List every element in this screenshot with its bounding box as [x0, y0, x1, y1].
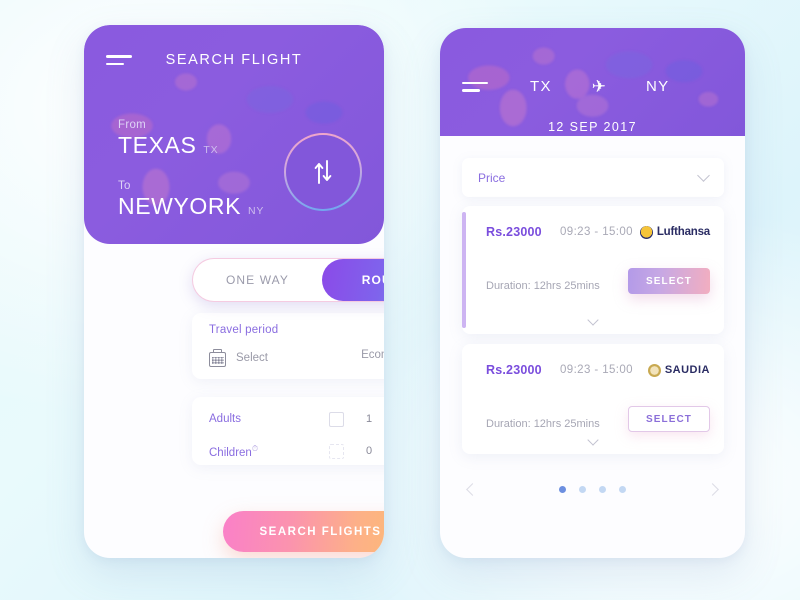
chevron-down-icon	[587, 314, 599, 326]
travel-period-panel: Travel period Class Select Economy	[192, 313, 384, 379]
lufthansa-logo: Lufthansa	[639, 225, 710, 239]
search-flights-button[interactable]: SEARCH FLIGHTS	[223, 511, 384, 552]
travel-period-label: Travel period	[209, 324, 279, 336]
chevron-down-icon	[697, 169, 710, 182]
select-flight-button[interactable]: SELECT	[628, 268, 710, 294]
children-count: 0	[365, 445, 373, 457]
children-label: Children⏱	[209, 444, 258, 459]
pagination-dot[interactable]	[579, 485, 586, 493]
class-select-control[interactable]: Economy	[361, 349, 384, 361]
adults-label: Adults	[209, 413, 241, 425]
pagination	[462, 478, 723, 500]
chevron-down-icon	[587, 434, 599, 446]
flight-card[interactable]: Rs.23000 09:23 - 15:00 Lufthansa Duratio…	[462, 206, 724, 334]
origin-code: TX	[530, 78, 552, 95]
swap-arrows-glyph	[314, 160, 332, 184]
right-header: TX ✈ NY 12 SEP 2017	[440, 28, 745, 136]
calendar-icon	[209, 349, 226, 367]
lufthansa-crane-icon	[639, 225, 653, 239]
expand-card-button[interactable]	[462, 434, 724, 446]
flight-time: 09:23 - 15:00	[560, 226, 633, 238]
children-label-text: Children	[209, 446, 252, 459]
page-title: SEARCH FLIGHT	[165, 52, 303, 68]
flight-results-screen: TX ✈ NY 12 SEP 2017 Price Rs.23000 09:23…	[440, 28, 745, 558]
right-header-top-row: TX ✈ NY	[462, 78, 723, 95]
hamburger-icon[interactable]	[106, 55, 132, 65]
left-header-top-row: SEARCH FLIGHT	[106, 52, 362, 68]
airline-name: SAUDIA	[664, 364, 710, 376]
class-value: Economy	[361, 349, 384, 361]
to-field[interactable]: To NEWYORK NY	[118, 180, 264, 220]
flight-date: 12 SEP 2017	[548, 120, 637, 134]
passengers-panel: Adults 1 Children⏱ 0	[192, 397, 384, 465]
price-filter-dropdown[interactable]: Price	[462, 158, 724, 197]
flight-price: Rs.23000	[486, 225, 542, 239]
date-select-control[interactable]: Select	[209, 349, 268, 367]
saudia-emblem-icon	[647, 363, 661, 377]
info-icon[interactable]: ⏱	[252, 444, 258, 453]
passenger-row-children: Children⏱ 0	[192, 435, 384, 467]
card-accent-bar	[462, 212, 466, 328]
from-code: TX	[203, 144, 219, 156]
to-city: NEWYORK	[118, 193, 242, 219]
flight-card[interactable]: Rs.23000 09:23 - 15:00 SAUDIA Duration: …	[462, 344, 724, 454]
hamburger-icon-right[interactable]	[462, 81, 488, 92]
tab-one-way[interactable]: ONE WAY	[193, 259, 322, 301]
flight-time: 09:23 - 15:00	[560, 364, 633, 376]
left-header: SEARCH FLIGHT From TEXAS TX To NEWYORK N…	[84, 25, 384, 244]
pagination-dot[interactable]	[599, 485, 606, 493]
search-flight-screen: SEARCH FLIGHT From TEXAS TX To NEWYORK N…	[84, 25, 384, 558]
chevron-left-icon[interactable]	[466, 482, 479, 496]
flight-price: Rs.23000	[486, 363, 542, 377]
passenger-row-adults: Adults 1	[192, 403, 384, 435]
select-flight-button[interactable]: SELECT	[628, 406, 710, 432]
to-code: NY	[248, 205, 265, 217]
saudia-logo: SAUDIA	[647, 363, 710, 377]
expand-card-button[interactable]	[462, 314, 724, 326]
pagination-dot[interactable]	[619, 485, 626, 493]
pagination-dot[interactable]	[559, 485, 566, 493]
from-city: TEXAS	[118, 132, 197, 158]
children-decrement-button[interactable]	[329, 443, 344, 459]
adults-decrement-button[interactable]	[329, 411, 344, 427]
from-label: From	[118, 119, 147, 131]
tab-round[interactable]: ROUND	[322, 259, 384, 301]
trip-type-toggle[interactable]: ONE WAY ROUND	[192, 258, 384, 302]
airline-name: Lufthansa	[656, 226, 710, 238]
price-filter-label: Price	[478, 170, 506, 185]
destination-code: NY	[646, 78, 670, 95]
swap-vertical-icon[interactable]	[284, 133, 362, 211]
airplane-icon: ✈	[591, 77, 607, 96]
from-field[interactable]: From TEXAS TX	[118, 119, 218, 159]
adults-count: 1	[365, 413, 373, 425]
flight-duration: Duration: 12hrs 25mins	[486, 280, 600, 292]
date-value: Select	[236, 352, 268, 364]
flight-duration: Duration: 12hrs 25mins	[486, 418, 600, 430]
to-label: To	[118, 180, 131, 192]
chevron-right-icon[interactable]	[706, 482, 719, 496]
